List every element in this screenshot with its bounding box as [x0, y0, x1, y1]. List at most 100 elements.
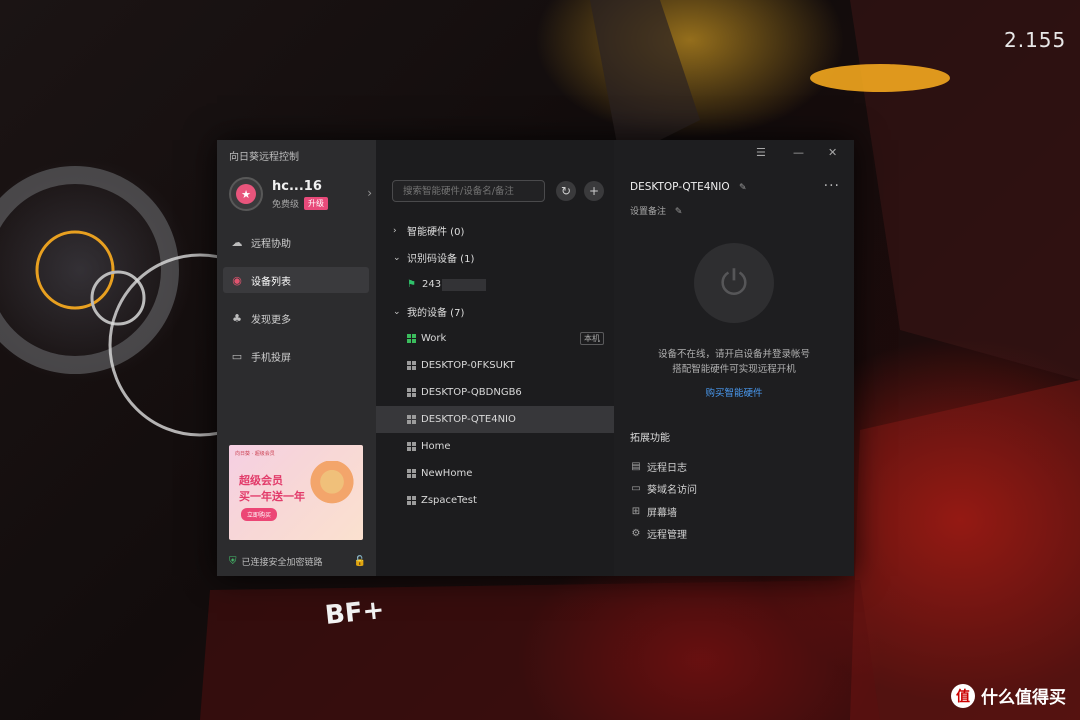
windows-icon: [407, 469, 416, 478]
monitor-icon: ▭: [231, 349, 243, 363]
watermark-text: 什么值得买: [981, 688, 1066, 708]
device-name: Work: [421, 333, 447, 344]
close-button[interactable]: ✕: [828, 146, 837, 159]
offline-message: 设备不在线，请开启设备并登录帐号 搭配智能硬件可实现远程开机: [614, 347, 854, 377]
plus-icon: +: [588, 184, 600, 198]
sidebar-item-label: 发现更多: [251, 314, 291, 326]
extension-remote-management[interactable]: ⚙ 远程管理: [630, 523, 697, 546]
offline-line-1: 设备不在线，请开启设备并登录帐号: [657, 349, 810, 360]
sidebar-item-screen-cast[interactable]: ▭ 手机投屏: [223, 343, 369, 369]
group-my-devices[interactable]: ⌄ 我的设备 (7): [376, 298, 614, 325]
sidebar-item-label: 手机投屏: [251, 352, 291, 364]
chevron-right-icon: ›: [393, 225, 397, 236]
promo-buy-button[interactable]: 立即购买: [241, 508, 278, 521]
promo-banner[interactable]: 向日葵 · 超级会员 超级会员 买一年送一年 立即购买: [229, 445, 363, 540]
extension-domain-access[interactable]: ▭ 葵域名访问: [630, 478, 697, 501]
profile-card[interactable]: ★ hc...16 免费级 升级 ›: [229, 176, 372, 212]
chevron-right-icon[interactable]: ›: [367, 186, 372, 200]
device-name: DESKTOP-QBDNGB6: [421, 387, 522, 398]
windows-icon: [407, 361, 416, 370]
device-list-panel: ↻ + › 智能硬件 (0) ⌄ 识别码设备 (1) ⚑ 243 ⌄ 我的设备 …: [376, 140, 614, 576]
extension-label: 屏幕墙: [647, 507, 677, 519]
extensions-list: ▤ 远程日志 ▭ 葵域名访问 ⊞ 屏幕墙 ⚙ 远程管理: [630, 455, 697, 545]
device-item[interactable]: DESKTOP-0FKSUKT: [376, 352, 614, 379]
more-options-button[interactable]: ···: [824, 178, 840, 194]
refresh-button[interactable]: ↻: [556, 181, 576, 201]
device-item[interactable]: Work 本机: [376, 325, 614, 352]
plant-icon: ♣: [232, 311, 242, 325]
grid-icon: ⊞: [631, 505, 641, 517]
sunlogin-window: 向日葵远程控制 ★ hc...16 免费级 升级 › ☁ 远程协助 ◉ 设备列表: [217, 140, 854, 576]
offline-line-2: 搭配智能硬件可实现远程开机: [672, 364, 796, 375]
power-on-button[interactable]: ⏻: [694, 243, 774, 323]
device-name: NewHome: [421, 468, 473, 479]
upgrade-button[interactable]: 升级: [304, 196, 329, 210]
promo-subheadline: 买一年送一年: [239, 490, 305, 503]
device-item[interactable]: NewHome: [376, 460, 614, 487]
windows-icon: [407, 334, 416, 343]
security-status-text: 已连接安全加密链路: [241, 558, 323, 568]
edit-icon: ✎: [674, 207, 683, 217]
windows-icon: [407, 415, 416, 424]
device-item[interactable]: Home: [376, 433, 614, 460]
flag-icon: ⚑: [407, 279, 416, 290]
device-name: Home: [421, 441, 451, 452]
device-title: DESKTOP-QTE4NIO ✎: [630, 181, 747, 193]
set-note-link[interactable]: 设置备注 ✎: [630, 204, 682, 217]
windows-icon: [407, 496, 416, 505]
gear-icon: ⚙: [631, 528, 641, 540]
hud-number: 2.155: [1004, 28, 1067, 52]
shield-check-icon: ⛨: [229, 556, 237, 567]
account-level: 免费级: [272, 199, 300, 210]
refresh-icon: ↻: [560, 184, 572, 198]
browser-icon: ▭: [631, 483, 641, 495]
cloud-link-icon: ☁: [231, 235, 243, 249]
device-title-text: DESKTOP-QTE4NIO: [630, 181, 730, 193]
redacted-text: [442, 278, 487, 291]
extension-label: 远程日志: [647, 462, 687, 474]
sidebar-nav: ☁ 远程协助 ◉ 设备列表 ♣ 发现更多 ▭ 手机投屏: [223, 229, 369, 381]
device-item[interactable]: ⚑ 243: [376, 271, 614, 298]
group-label: 智能硬件 (0): [407, 227, 465, 238]
sidebar: 向日葵远程控制 ★ hc...16 免费级 升级 › ☁ 远程协助 ◉ 设备列表: [217, 140, 376, 576]
promo-illustration: [309, 461, 355, 513]
sidebar-item-label: 远程协助: [251, 238, 291, 250]
group-code-devices[interactable]: ⌄ 识别码设备 (1): [376, 244, 614, 271]
bf-logo: BF+: [323, 594, 386, 632]
device-detail-panel: ☰ — ✕ DESKTOP-QTE4NIO ✎ ··· 设置备注 ✎ ⏻ 设备不…: [614, 140, 854, 576]
promo-headline: 超级会员: [239, 474, 283, 487]
sidebar-item-discover[interactable]: ♣ 发现更多: [223, 305, 369, 331]
edit-icon[interactable]: ✎: [739, 183, 747, 193]
add-device-button[interactable]: +: [584, 181, 604, 201]
watermark-badge-icon: 值: [951, 683, 975, 708]
device-item[interactable]: ZspaceTest: [376, 487, 614, 514]
extension-label: 远程管理: [647, 530, 687, 542]
sidebar-item-remote-assist[interactable]: ☁ 远程协助: [223, 229, 369, 255]
group-smart-hardware[interactable]: › 智能硬件 (0): [376, 217, 614, 244]
device-tree: › 智能硬件 (0) ⌄ 识别码设备 (1) ⚑ 243 ⌄ 我的设备 (7) …: [376, 217, 614, 514]
chevron-down-icon: ⌄: [393, 306, 401, 317]
avatar[interactable]: ★: [229, 177, 263, 211]
device-item[interactable]: DESKTOP-QBDNGB6: [376, 379, 614, 406]
local-machine-badge: 本机: [580, 332, 604, 345]
extension-screen-wall[interactable]: ⊞ 屏幕墙: [630, 500, 697, 523]
device-name: 243: [421, 279, 442, 290]
extension-label: 葵域名访问: [647, 485, 697, 497]
group-label: 我的设备 (7): [407, 308, 465, 319]
username: hc...16: [272, 178, 322, 194]
search-input[interactable]: [392, 180, 545, 202]
log-icon: ▤: [631, 460, 641, 472]
site-watermark: 值 什么值得买: [951, 683, 1066, 708]
app-title: 向日葵远程控制: [229, 152, 299, 163]
lock-icon[interactable]: 🔓: [354, 556, 366, 567]
extension-remote-log[interactable]: ▤ 远程日志: [630, 455, 697, 478]
buy-hardware-link[interactable]: 购买智能硬件: [614, 385, 854, 399]
menu-icon[interactable]: ☰: [756, 146, 766, 159]
windows-icon: [407, 388, 416, 397]
promo-top-text: 向日葵 · 超级会员: [235, 451, 275, 457]
star-icon: ★: [236, 184, 256, 204]
extensions-title: 拓展功能: [630, 433, 670, 444]
device-item-selected[interactable]: DESKTOP-QTE4NIO: [376, 406, 614, 433]
minimize-button[interactable]: —: [793, 146, 804, 159]
sidebar-item-device-list[interactable]: ◉ 设备列表: [223, 267, 369, 293]
